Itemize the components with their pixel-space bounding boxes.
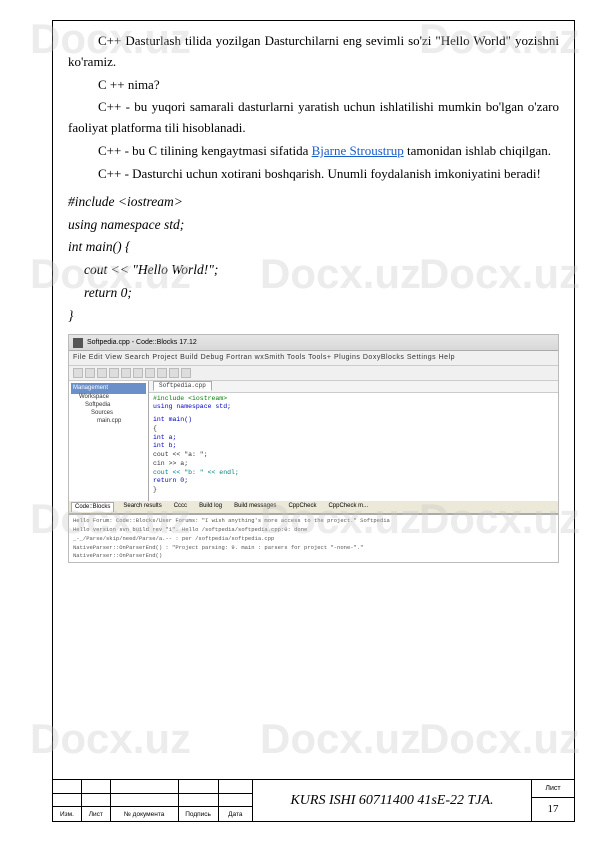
- tb-cell: [179, 780, 219, 794]
- tb-label-list: Лист: [82, 807, 111, 821]
- paragraph: C++ - bu C tilining kengaytmasi sifatida…: [68, 141, 559, 162]
- paragraph: C++ Dasturlash tilida yozilgan Dasturchi…: [68, 31, 559, 73]
- log-tab: Build messages: [231, 502, 279, 513]
- log-tab: CppCheck m...: [325, 502, 371, 513]
- tb-cell: [53, 780, 82, 794]
- tree-workspace: Workspace: [71, 394, 146, 402]
- editor-line: cin >> a;: [153, 460, 554, 469]
- log-line: Hello Forum: Code::Blocks/User Forums: "…: [73, 517, 554, 526]
- toolbar-button: [97, 368, 107, 378]
- ide-title-text: Softpedia.cpp - Code::Blocks 17.12: [87, 337, 197, 348]
- toolbar-button: [109, 368, 119, 378]
- log-line: Hello version svn build rev "1". Hello /…: [73, 526, 554, 535]
- code-line: int main() {: [68, 236, 559, 259]
- paragraph: C++ - bu yuqori samarali dasturlarni yar…: [68, 97, 559, 139]
- toolbar-button: [73, 368, 83, 378]
- log-line: Project/file-parsing-stage-done "(0.7 s)…: [73, 561, 554, 562]
- ide-sidebar: Management Workspace Softpedia Sources m…: [69, 381, 149, 501]
- tb-cell: [219, 780, 253, 794]
- editor-line: }: [153, 486, 554, 495]
- title-block-left: Изм. Лист № документа Подпись Дата: [53, 780, 253, 821]
- code-line: #include <iostream>: [68, 191, 559, 214]
- log-tab: CppCheck: [285, 502, 319, 513]
- editor-line: cout << "a: ";: [153, 451, 554, 460]
- tb-cell: [179, 794, 219, 808]
- tb-label-data: Дата: [219, 807, 253, 821]
- title-block-title: KURS ISHI 60711400 41sE-22 TJA.: [253, 780, 532, 821]
- log-line: NativeParser::OnParserEnd() : "Project p…: [73, 544, 554, 553]
- toolbar-button: [169, 368, 179, 378]
- ide-body: Management Workspace Softpedia Sources m…: [69, 381, 558, 501]
- page-frame: C++ Dasturlash tilida yozilgan Dasturchi…: [52, 20, 575, 822]
- log-tab: Code::Blocks: [71, 502, 114, 513]
- paragraph: C++ - Dasturchi uchun xotirani boshqaris…: [68, 164, 559, 185]
- editor-line: int main(): [153, 416, 554, 425]
- code-line: return 0;: [68, 282, 559, 305]
- ide-editor: Softpedia.cpp #include <iostream> using …: [149, 381, 558, 501]
- paragraph: C ++ nima?: [68, 75, 559, 96]
- tb-cell: [219, 794, 253, 808]
- editor-line: cout << "b: " << endl;: [153, 469, 554, 478]
- tree-project: Softpedia: [71, 402, 146, 410]
- tb-cell: [111, 780, 179, 794]
- code-line: }: [68, 305, 559, 328]
- ide-screenshot: Softpedia.cpp - Code::Blocks 17.12 File …: [68, 334, 559, 563]
- toolbar-button: [121, 368, 131, 378]
- app-icon: [73, 338, 83, 348]
- log-tab: Search results: [120, 502, 164, 513]
- document-content: C++ Dasturlash tilida yozilgan Dasturchi…: [53, 21, 574, 568]
- log-tabs: Code::Blocks Search results Cccc Build l…: [69, 501, 558, 515]
- toolbar-button: [133, 368, 143, 378]
- tb-cell: [82, 794, 111, 808]
- editor-line: #include <iostream>: [153, 395, 554, 404]
- tb-label-ndok: № документа: [111, 807, 179, 821]
- tb-cell: [111, 794, 179, 808]
- editor-line: return 0;: [153, 477, 554, 486]
- log-tab: Build log: [196, 502, 225, 513]
- title-block-right: Лист 17: [532, 780, 574, 821]
- tree-file: main.cpp: [71, 418, 146, 426]
- ide-titlebar: Softpedia.cpp - Code::Blocks 17.12: [69, 335, 558, 351]
- tree-sources: Sources: [71, 410, 146, 418]
- editor-line: int a;: [153, 434, 554, 443]
- code-block: #include <iostream> using namespace std;…: [68, 191, 559, 329]
- editor-line: int b;: [153, 442, 554, 451]
- tb-label-podpis: Подпись: [179, 807, 219, 821]
- link-bjarne[interactable]: Bjarne Stroustrup: [312, 143, 404, 158]
- ide-menubar: File Edit View Search Project Build Debu…: [69, 351, 558, 365]
- toolbar-button: [157, 368, 167, 378]
- tb-cell: [53, 794, 82, 808]
- log-tab: Cccc: [171, 502, 190, 513]
- toolbar-button: [85, 368, 95, 378]
- toolbar-button: [145, 368, 155, 378]
- tb-list-label: Лист: [532, 780, 574, 798]
- tb-page-number: 17: [532, 798, 574, 821]
- editor-tab: Softpedia.cpp: [153, 381, 212, 391]
- ide-log: Hello Forum: Code::Blocks/User Forums: "…: [69, 514, 558, 562]
- log-line: NativeParser::OnParserEnd(): [73, 552, 554, 561]
- toolbar-button: [181, 368, 191, 378]
- text-run: tamonidan ishlab chiqilgan.: [404, 143, 551, 158]
- log-line: _-_/Parse/skip/need/Parse/a.-- : per /so…: [73, 535, 554, 544]
- text-run: C++ - bu C tilining kengaytmasi sifatida: [98, 143, 312, 158]
- editor-line: using namespace std;: [153, 403, 554, 412]
- code-line: cout << "Hello World!";: [68, 259, 559, 282]
- sidebar-title: Management: [71, 383, 146, 395]
- code-line: using namespace std;: [68, 214, 559, 237]
- ide-toolbar: [69, 366, 558, 381]
- tb-label-izm: Изм.: [53, 807, 82, 821]
- title-block: Изм. Лист № документа Подпись Дата KURS …: [53, 779, 574, 821]
- tb-cell: [82, 780, 111, 794]
- editor-line: {: [153, 425, 554, 434]
